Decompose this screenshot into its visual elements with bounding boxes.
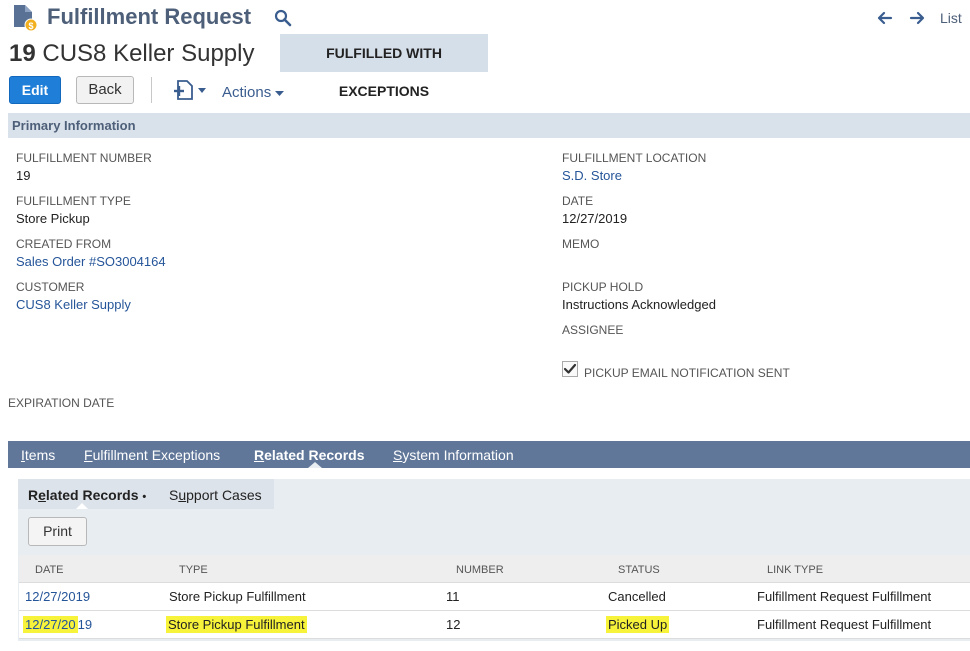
print-button[interactable]: Print [28, 517, 87, 546]
record-number: 19 [9, 40, 36, 67]
fulfillment-record-icon: $ [14, 5, 38, 32]
row-type: Store Pickup Fulfillment [166, 616, 307, 633]
tab-items[interactable]: Items [21, 447, 55, 463]
column-header-type[interactable]: TYPE [179, 564, 208, 576]
pickup-hold-value: Instructions Acknowledged [562, 297, 716, 312]
date-value: 12/27/2019 [562, 211, 628, 226]
created-from-link[interactable]: Sales Order #SO3004164 [16, 254, 166, 269]
subtab-strip: Related Records • Support Cases [18, 479, 274, 509]
customer-label: CUSTOMER [16, 280, 85, 294]
fulfillment-type-label: FULFILLMENT TYPE [16, 194, 131, 208]
checkmark-icon [563, 363, 577, 374]
search-icon[interactable] [274, 9, 292, 27]
memo-label: MEMO [562, 237, 600, 251]
main-tab-bar: Items Fulfillment Exceptions Related Rec… [8, 441, 970, 468]
fulfillment-number-label: FULFILLMENT NUMBER [16, 151, 152, 165]
fulfillment-location-label: FULFILLMENT LOCATION [562, 151, 707, 165]
tab-fulfillment-exceptions[interactable]: Fulfillment Exceptions [84, 447, 220, 463]
page-header: $ Fulfillment Request List 19 CUS8 Kelle… [0, 0, 970, 99]
subtab-support-cases[interactable]: Support Cases [169, 487, 262, 503]
fulfillment-type-value: Store Pickup [16, 211, 90, 226]
column-header-date[interactable]: DATE [35, 564, 64, 576]
fulfillment-number-value: 19 [16, 168, 31, 183]
row-type: Store Pickup Fulfillment [169, 589, 306, 604]
status-badge: FULFILLED WITH EXCEPTIONS [280, 34, 488, 99]
expiration-date-label: EXPIRATION DATE [8, 396, 115, 410]
created-from-label: CREATED FROM [16, 237, 112, 251]
actions-menu[interactable]: Actions [222, 84, 285, 101]
svg-text:$: $ [28, 21, 33, 31]
tab-related-records[interactable]: Related Records [254, 447, 365, 463]
assignee-label: ASSIGNEE [562, 323, 624, 337]
row-number: 11 [446, 589, 460, 604]
column-header-number[interactable]: NUMBER [456, 564, 504, 576]
primary-information-header[interactable]: Primary Information [8, 113, 970, 138]
row-status: Picked Up [606, 616, 670, 633]
active-tab-indicator [308, 462, 322, 468]
column-header-status[interactable]: STATUS [618, 564, 660, 576]
row-status: Cancelled [608, 589, 666, 604]
page-title: Fulfillment Request [47, 4, 252, 29]
tab-system-information[interactable]: System Information [393, 447, 514, 463]
pickup-email-label: PICKUP EMAIL NOTIFICATION SENT [584, 366, 790, 380]
pickup-email-checkbox [562, 361, 578, 377]
record-identifier: 19 CUS8 Keller Supply [9, 40, 254, 68]
chevron-down-icon [275, 90, 285, 96]
arrow-right-icon[interactable] [908, 9, 926, 27]
table-row: 12/27/2019 Store Pickup Fulfillment 11 C… [19, 583, 970, 611]
arrow-left-icon[interactable] [876, 9, 894, 27]
back-button[interactable]: Back [76, 76, 134, 104]
toolbar-divider [151, 77, 152, 103]
row-link-type: Fulfillment Request Fulfillment [757, 589, 932, 604]
date-label: DATE [562, 194, 594, 208]
pickup-hold-label: PICKUP HOLD [562, 280, 644, 294]
row-date-link[interactable]: 12/27/2019 [25, 589, 90, 604]
record-name: CUS8 Keller Supply [42, 40, 255, 67]
subtab-related-records[interactable]: Related Records • [28, 487, 146, 503]
related-records-table: DATE TYPE NUMBER STATUS LINK TYPE 12/27/… [19, 555, 970, 639]
list-link[interactable]: List [940, 10, 962, 26]
fulfillment-location-link[interactable]: S.D. Store [562, 168, 622, 183]
row-number: 12 [446, 617, 461, 632]
customer-link[interactable]: CUS8 Keller Supply [16, 297, 131, 312]
section-title: Primary Information [12, 118, 136, 133]
table-row: 12/27/20 19 Store Pickup Fulfillment 12 P… [19, 611, 970, 639]
row-link-type: Fulfillment Request Fulfillment [757, 617, 932, 632]
new-record-icon[interactable] [172, 79, 208, 101]
table-header: DATE TYPE NUMBER STATUS LINK TYPE [19, 555, 970, 583]
actions-label: Actions [222, 84, 272, 101]
active-subtab-indicator [76, 503, 88, 509]
row-date-link[interactable]: 12/27/2019 [23, 616, 92, 633]
toolbar: Edit Back Actions [0, 75, 970, 109]
column-header-link-type[interactable]: LINK TYPE [767, 564, 823, 576]
chevron-down-icon [198, 88, 206, 93]
edit-button[interactable]: Edit [9, 76, 61, 104]
